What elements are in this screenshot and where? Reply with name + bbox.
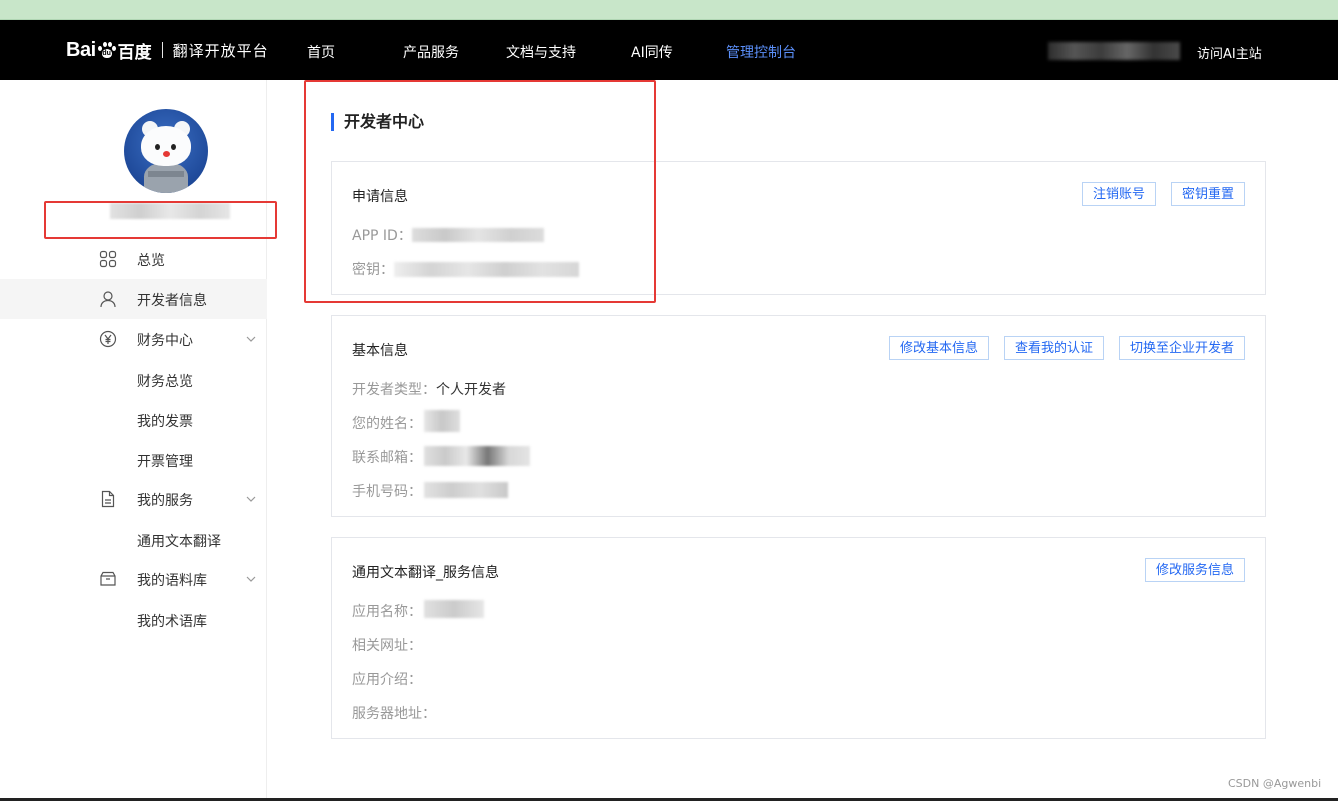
- server-address-label: 服务器地址：: [352, 706, 436, 722]
- top-navbar: Bai du 百度 翻译开放平台 首页 产品服务 文档与支持 AI同传 管理控制…: [0, 20, 1338, 80]
- baidu-paw-icon: du: [97, 41, 117, 59]
- avatar[interactable]: [124, 109, 208, 193]
- phone-value-redacted: [424, 482, 508, 498]
- related-url-field: 相关网址：: [352, 635, 422, 655]
- sidebar-subitem-finance-overview[interactable]: 财务总览: [137, 371, 193, 391]
- developer-type-field: 开发者类型：个人开发者: [352, 379, 506, 399]
- server-address-field: 服务器地址：: [352, 703, 436, 723]
- sidebar-subitem-my-invoices[interactable]: 我的发票: [137, 411, 193, 431]
- nav-products[interactable]: 产品服务: [403, 42, 459, 62]
- sidebar-subitem-invoice-management[interactable]: 开票管理: [137, 451, 193, 471]
- logo-bai-text: Bai: [66, 38, 96, 61]
- nav-docs-support[interactable]: 文档与支持: [506, 42, 576, 62]
- user-account-redacted[interactable]: [1048, 42, 1180, 60]
- basic-info-card: 基本信息 修改基本信息 查看我的认证 切换至企业开发者 开发者类型：个人开发者 …: [331, 315, 1266, 517]
- sidebar-item-finance-center[interactable]: 财务中心: [0, 319, 267, 359]
- name-label: 您的姓名：: [352, 416, 422, 432]
- sidebar-item-label: 我的语料库: [137, 573, 207, 589]
- switch-enterprise-developer-button[interactable]: 切换至企业开发者: [1119, 336, 1246, 360]
- bear-eye-left: [155, 144, 160, 150]
- logo-baidu-cn: 百度: [117, 42, 152, 63]
- sidebar-item-my-services[interactable]: 我的服务: [0, 479, 267, 519]
- box-icon: [99, 570, 117, 588]
- highlight-box-sidebar: [44, 201, 277, 239]
- user-icon: [99, 290, 117, 308]
- bear-body: [144, 163, 188, 193]
- app-intro-field: 应用介绍：: [352, 669, 422, 689]
- bear-eye-right: [171, 144, 176, 150]
- sidebar-item-my-corpus[interactable]: 我的语料库: [0, 559, 267, 599]
- nav-home[interactable]: 首页: [307, 42, 335, 62]
- email-label: 联系邮箱：: [352, 450, 422, 466]
- phone-label: 手机号码：: [352, 484, 422, 500]
- card-title: 基本信息: [352, 343, 408, 359]
- logo-du-text: du: [102, 50, 111, 57]
- logo-platform-name: 翻译开放平台: [172, 41, 269, 60]
- grid-icon: [99, 250, 117, 268]
- nav-console[interactable]: 管理控制台: [726, 42, 796, 62]
- name-field: 您的姓名：: [352, 413, 422, 433]
- cancel-account-button[interactable]: 注销账号: [1082, 182, 1157, 206]
- bear-nose: [163, 151, 170, 157]
- name-value-redacted: [424, 410, 460, 432]
- logo-divider: [161, 42, 163, 58]
- reset-key-button[interactable]: 密钥重置: [1171, 182, 1246, 206]
- sidebar-item-overview[interactable]: 总览: [0, 239, 267, 279]
- yen-icon: [99, 330, 117, 348]
- developer-type-label: 开发者类型：: [352, 382, 436, 398]
- chevron-down-icon[interactable]: [245, 570, 257, 588]
- app-name-field: 应用名称：: [352, 601, 422, 621]
- watermark: CSDN @Agwenbi: [1228, 777, 1322, 790]
- nav-ai-interpretation[interactable]: AI同传: [631, 42, 673, 62]
- phone-field: 手机号码：: [352, 481, 422, 501]
- edit-basic-info-button[interactable]: 修改基本信息: [889, 336, 990, 360]
- visit-ai-site-link[interactable]: 访问AI主站: [1197, 43, 1262, 62]
- email-field: 联系邮箱：: [352, 447, 422, 467]
- sidebar-item-label: 我的服务: [137, 493, 193, 509]
- top-strip: [0, 0, 1338, 20]
- chevron-down-icon[interactable]: [245, 330, 257, 348]
- app-name-label: 应用名称：: [352, 604, 422, 620]
- sidebar-item-developer-info[interactable]: 开发者信息: [0, 279, 267, 319]
- service-info-card: 通用文本翻译_服务信息 修改服务信息 应用名称： 相关网址： 应用介绍： 服务器…: [331, 537, 1266, 739]
- sidebar-subitem-general-text-translation[interactable]: 通用文本翻译: [137, 531, 221, 551]
- bear-head: [141, 126, 191, 166]
- card-title: 通用文本翻译_服务信息: [352, 565, 499, 581]
- baidu-translate-logo[interactable]: Bai du 百度 翻译开放平台: [66, 37, 269, 63]
- document-icon: [99, 490, 117, 508]
- bear-suit-belt: [148, 171, 184, 177]
- view-certification-button[interactable]: 查看我的认证: [1004, 336, 1105, 360]
- sidebar-item-label: 开发者信息: [137, 293, 207, 309]
- chevron-down-icon[interactable]: [245, 490, 257, 508]
- highlight-box-main: [304, 80, 656, 303]
- edit-service-info-button[interactable]: 修改服务信息: [1145, 558, 1246, 582]
- app-name-value-redacted: [424, 600, 484, 618]
- sidebar-subitem-my-terminology[interactable]: 我的术语库: [137, 611, 207, 631]
- email-value-redacted: [424, 446, 530, 466]
- sidebar-item-label: 总览: [137, 253, 165, 269]
- related-url-label: 相关网址：: [352, 638, 422, 654]
- developer-type-value: 个人开发者: [436, 382, 506, 398]
- sidebar-item-label: 财务中心: [137, 333, 193, 349]
- app-intro-label: 应用介绍：: [352, 672, 422, 688]
- sidebar: 总览 开发者信息 财务中心 财务总览 我的发票 开票管理 我的服务 通用文本翻译…: [0, 80, 267, 801]
